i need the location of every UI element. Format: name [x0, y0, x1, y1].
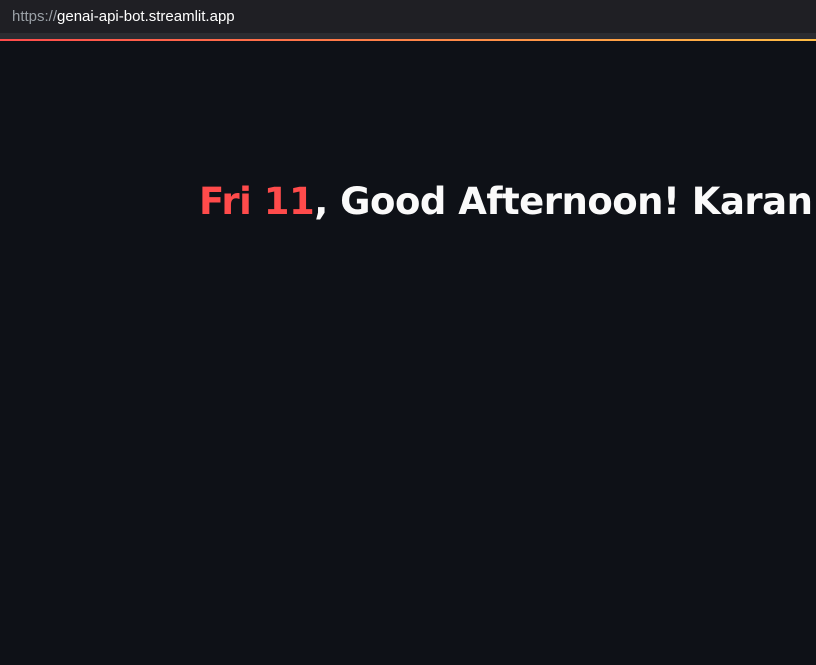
- greeting-heading: Fri 11, Good Afternoon! Karan: [199, 180, 813, 223]
- greeting-separator: ,: [314, 180, 328, 223]
- greeting-date: Fri 11: [199, 180, 315, 223]
- browser-address-bar[interactable]: https://genai-api-bot.streamlit.app: [0, 0, 816, 33]
- url-host: genai-api-bot.streamlit.app: [57, 8, 235, 25]
- app-main-view: Fri 11, Good Afternoon! Karan: [0, 41, 816, 665]
- greeting-message: Good Afternoon! Karan: [327, 180, 813, 223]
- url-scheme: https://: [12, 8, 58, 25]
